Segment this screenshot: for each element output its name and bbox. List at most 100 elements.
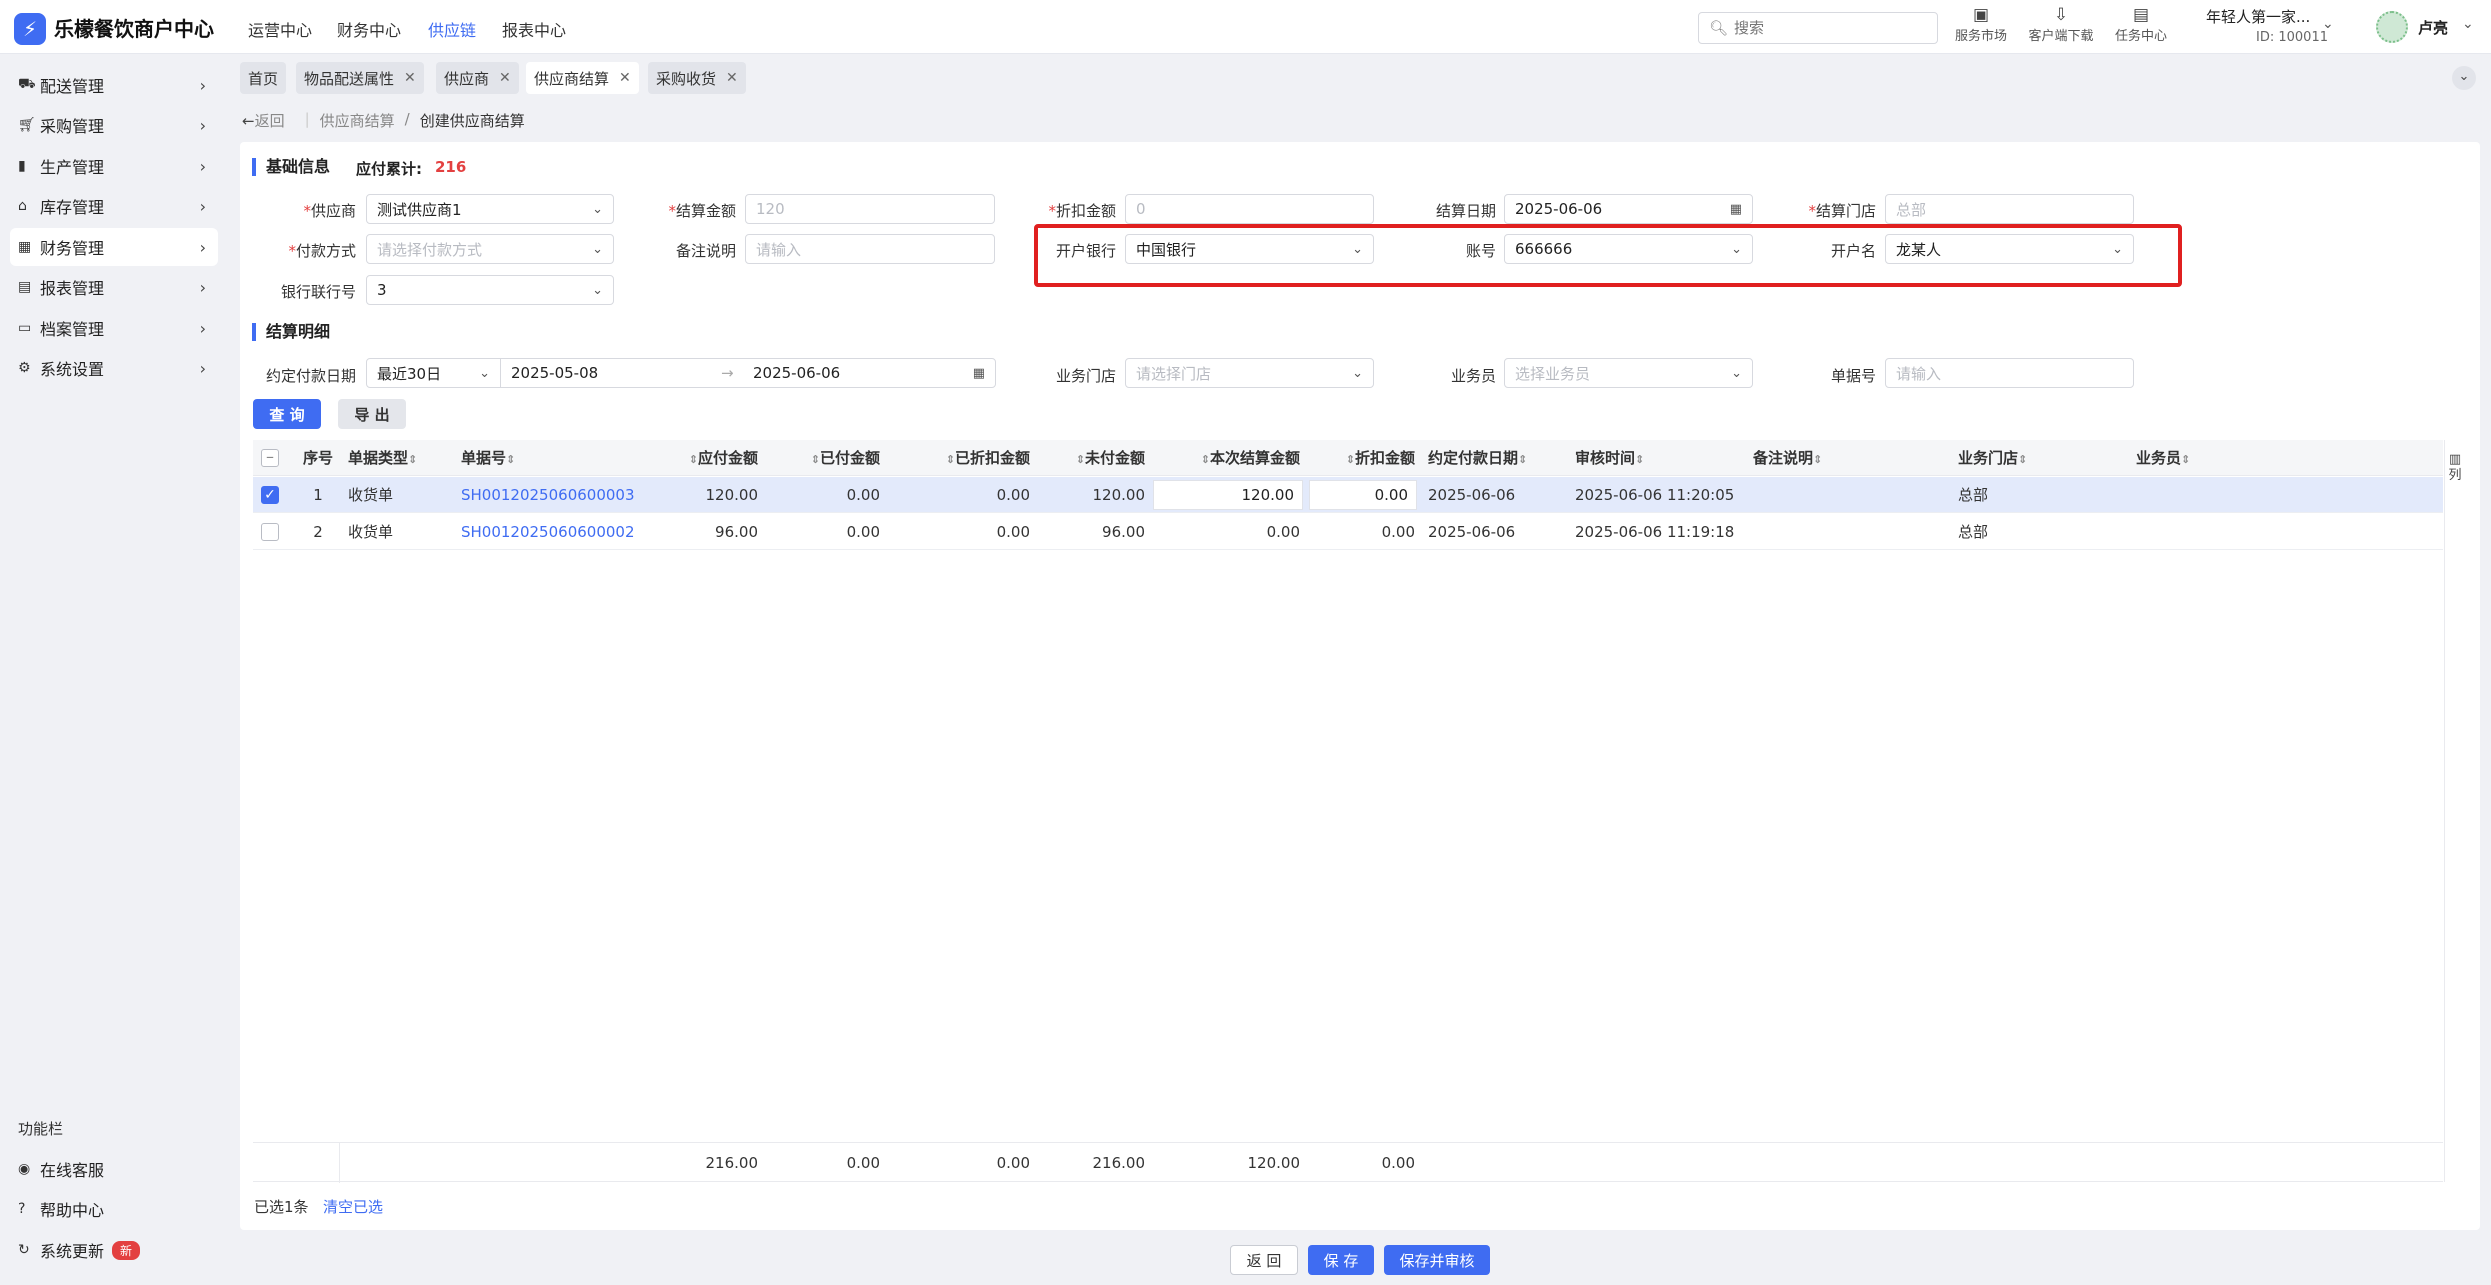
sort-icon[interactable]: ⇕: [1201, 453, 1210, 466]
settle-date-picker[interactable]: 2025-06-06 ▦: [1504, 194, 1753, 224]
sidebar-item-inventory[interactable]: ⌂ 库存管理 ›: [10, 187, 218, 225]
search-input[interactable]: [1734, 19, 1915, 37]
discount-amount-field[interactable]: 0: [1125, 194, 1374, 224]
remark-field[interactable]: 请输入: [745, 234, 995, 264]
sort-icon[interactable]: ⇕: [506, 453, 515, 466]
sort-icon[interactable]: ⇕: [2018, 453, 2027, 466]
tab-item-delivery-attr[interactable]: 物品配送属性 ✕: [296, 62, 424, 94]
col-remark[interactable]: 备注说明⇕: [1753, 440, 1822, 476]
sidebar-item-purchase[interactable]: 🛒︎ 采购管理 ›: [10, 106, 218, 144]
bank-code-select[interactable]: 3 ⌄: [366, 275, 614, 305]
sidebar-item-finance[interactable]: ▦ 财务管理 ›: [10, 228, 218, 266]
due-date-range[interactable]: 最近30日 ⌄ 2025-05-08 → 2025-06-06 ▦: [366, 358, 996, 388]
sidebar-item-reports[interactable]: ▤ 报表管理 ›: [10, 268, 218, 306]
chevron-down-icon[interactable]: ⌄: [2322, 16, 2334, 32]
range-start[interactable]: 2025-05-08: [511, 364, 721, 382]
col-audit-time[interactable]: 审核时间⇕: [1575, 440, 1644, 476]
tab-home[interactable]: 首页: [240, 62, 287, 94]
nav-supply-chain[interactable]: 供应链: [428, 17, 476, 41]
export-button[interactable]: 导 出: [338, 399, 406, 429]
tool-client-download[interactable]: ⇩ 客户端下载: [2016, 5, 2106, 44]
sort-icon[interactable]: ⇕: [689, 453, 698, 466]
col-doc-type[interactable]: 单据类型⇕: [348, 440, 417, 476]
save-and-audit-button[interactable]: 保存并审核: [1384, 1245, 1490, 1275]
col-unpaid[interactable]: ⇕未付金额: [1040, 440, 1145, 476]
tool-task-center[interactable]: ▤ 任务中心: [2096, 5, 2186, 44]
sort-icon[interactable]: ⇕: [1635, 453, 1644, 466]
sort-icon[interactable]: ⇕: [1076, 453, 1085, 466]
cell-doc-no-link[interactable]: SH0012025060600003: [461, 477, 635, 513]
sidebar-item-archive[interactable]: ▭ 档案管理 ›: [10, 309, 218, 347]
avatar[interactable]: [2376, 11, 2408, 43]
sidebar-item-help[interactable]: ? 帮助中心: [10, 1190, 218, 1228]
settle-amount-field[interactable]: 120: [745, 194, 995, 224]
settle-store-field[interactable]: 总部: [1885, 194, 2134, 224]
sidebar-item-update[interactable]: ↻ 系统更新新: [10, 1231, 218, 1269]
nav-finance[interactable]: 财务中心: [337, 17, 401, 41]
sidebar-item-support[interactable]: ◉ 在线客服: [10, 1150, 218, 1188]
table-row[interactable]: ✓ 1 收货单 SH0012025060600003 120.00 0.00 0…: [253, 477, 2443, 513]
col-paid[interactable]: ⇕已付金额: [768, 440, 880, 476]
docno-filter-field[interactable]: 请输入: [1885, 358, 2134, 388]
sort-icon[interactable]: ⇕: [946, 453, 955, 466]
table-row[interactable]: 2 收货单 SH0012025060600002 96.00 0.00 0.00…: [253, 514, 2443, 550]
search-box[interactable]: 🔍︎: [1698, 12, 1938, 44]
cell-doc-no-link[interactable]: SH0012025060600002: [461, 514, 635, 550]
tab-purchase-receipt[interactable]: 采购收货 ✕: [648, 62, 746, 94]
close-icon[interactable]: ✕: [726, 70, 738, 86]
breadcrumb-parent[interactable]: 供应商结算: [320, 110, 395, 131]
settle-amount-input[interactable]: 120.00: [1153, 480, 1303, 510]
col-discounted[interactable]: ⇕已折扣金额: [890, 440, 1030, 476]
close-icon[interactable]: ✕: [404, 70, 416, 86]
user-name[interactable]: 卢亮: [2418, 17, 2448, 38]
column-setting-button[interactable]: ▥ 列: [2448, 452, 2462, 484]
select-all-checkbox[interactable]: –: [261, 449, 279, 467]
close-icon[interactable]: ✕: [499, 70, 511, 86]
row-checkbox[interactable]: ✓: [261, 486, 279, 504]
col-store[interactable]: 业务门店⇕: [1958, 440, 2027, 476]
col-discount[interactable]: ⇕折扣金额: [1310, 440, 1415, 476]
sort-icon[interactable]: ⇕: [811, 453, 820, 466]
col-staff[interactable]: 业务员⇕: [2136, 440, 2190, 476]
range-end[interactable]: 2025-06-06: [753, 364, 840, 382]
store-filter-select[interactable]: 请选择门店 ⌄: [1125, 358, 1374, 388]
back-button[interactable]: 返 回: [1230, 1245, 1298, 1275]
sort-icon[interactable]: ⇕: [408, 453, 417, 466]
cell-settle[interactable]: 0.00: [1155, 514, 1300, 550]
supplier-select[interactable]: 测试供应商1 ⌄: [366, 194, 614, 224]
bank-select[interactable]: 中国银行 ⌄: [1125, 234, 1374, 264]
back-link[interactable]: ←返回: [242, 110, 285, 131]
tab-supplier[interactable]: 供应商 ✕: [436, 62, 519, 94]
clear-selection-link[interactable]: 清空已选: [323, 1196, 383, 1217]
query-button[interactable]: 查 询: [253, 399, 321, 429]
account-select[interactable]: 666666 ⌄: [1504, 234, 1753, 264]
col-doc-no[interactable]: 单据号⇕: [461, 440, 515, 476]
staff-filter-select[interactable]: 选择业务员 ⌄: [1504, 358, 1753, 388]
col-payable[interactable]: ⇕应付金额: [633, 440, 758, 476]
chevron-down-icon[interactable]: ⌄: [2462, 16, 2474, 32]
col-due-date[interactable]: 约定付款日期⇕: [1428, 440, 1527, 476]
discount-amount-input[interactable]: 0.00: [1309, 480, 1417, 510]
chevron-down-icon[interactable]: ⌄: [2452, 66, 2476, 90]
nav-operations[interactable]: 运营中心: [248, 17, 312, 41]
account-name-select[interactable]: 龙某人 ⌄: [1885, 234, 2134, 264]
col-settle[interactable]: ⇕本次结算金额: [1155, 440, 1300, 476]
sidebar-item-settings[interactable]: ⚙ 系统设置 ›: [10, 349, 218, 387]
sort-icon[interactable]: ⇕: [1813, 453, 1822, 466]
close-icon[interactable]: ✕: [619, 70, 631, 86]
range-preset-select[interactable]: 最近30日 ⌄: [367, 359, 501, 387]
save-button[interactable]: 保 存: [1308, 1245, 1374, 1275]
sidebar-item-label: 在线客服: [40, 1161, 105, 1180]
sidebar-item-production[interactable]: ▮ 生产管理 ›: [10, 147, 218, 185]
pay-method-select[interactable]: 请选择付款方式 ⌄: [366, 234, 614, 264]
tab-supplier-settlement[interactable]: 供应商结算 ✕: [526, 62, 639, 94]
nav-reports[interactable]: 报表中心: [502, 17, 566, 41]
tool-service-market[interactable]: ▣ 服务市场: [1936, 5, 2026, 44]
sort-icon[interactable]: ⇕: [2181, 453, 2190, 466]
sidebar-item-delivery[interactable]: ⛟ 配送管理 ›: [10, 66, 218, 104]
row-checkbox[interactable]: [261, 523, 279, 541]
sort-icon[interactable]: ⇕: [1346, 453, 1355, 466]
sort-icon[interactable]: ⇕: [1518, 453, 1527, 466]
org-name[interactable]: 年轻人第一家...: [2206, 6, 2310, 27]
cell-discount[interactable]: 0.00: [1310, 514, 1415, 550]
